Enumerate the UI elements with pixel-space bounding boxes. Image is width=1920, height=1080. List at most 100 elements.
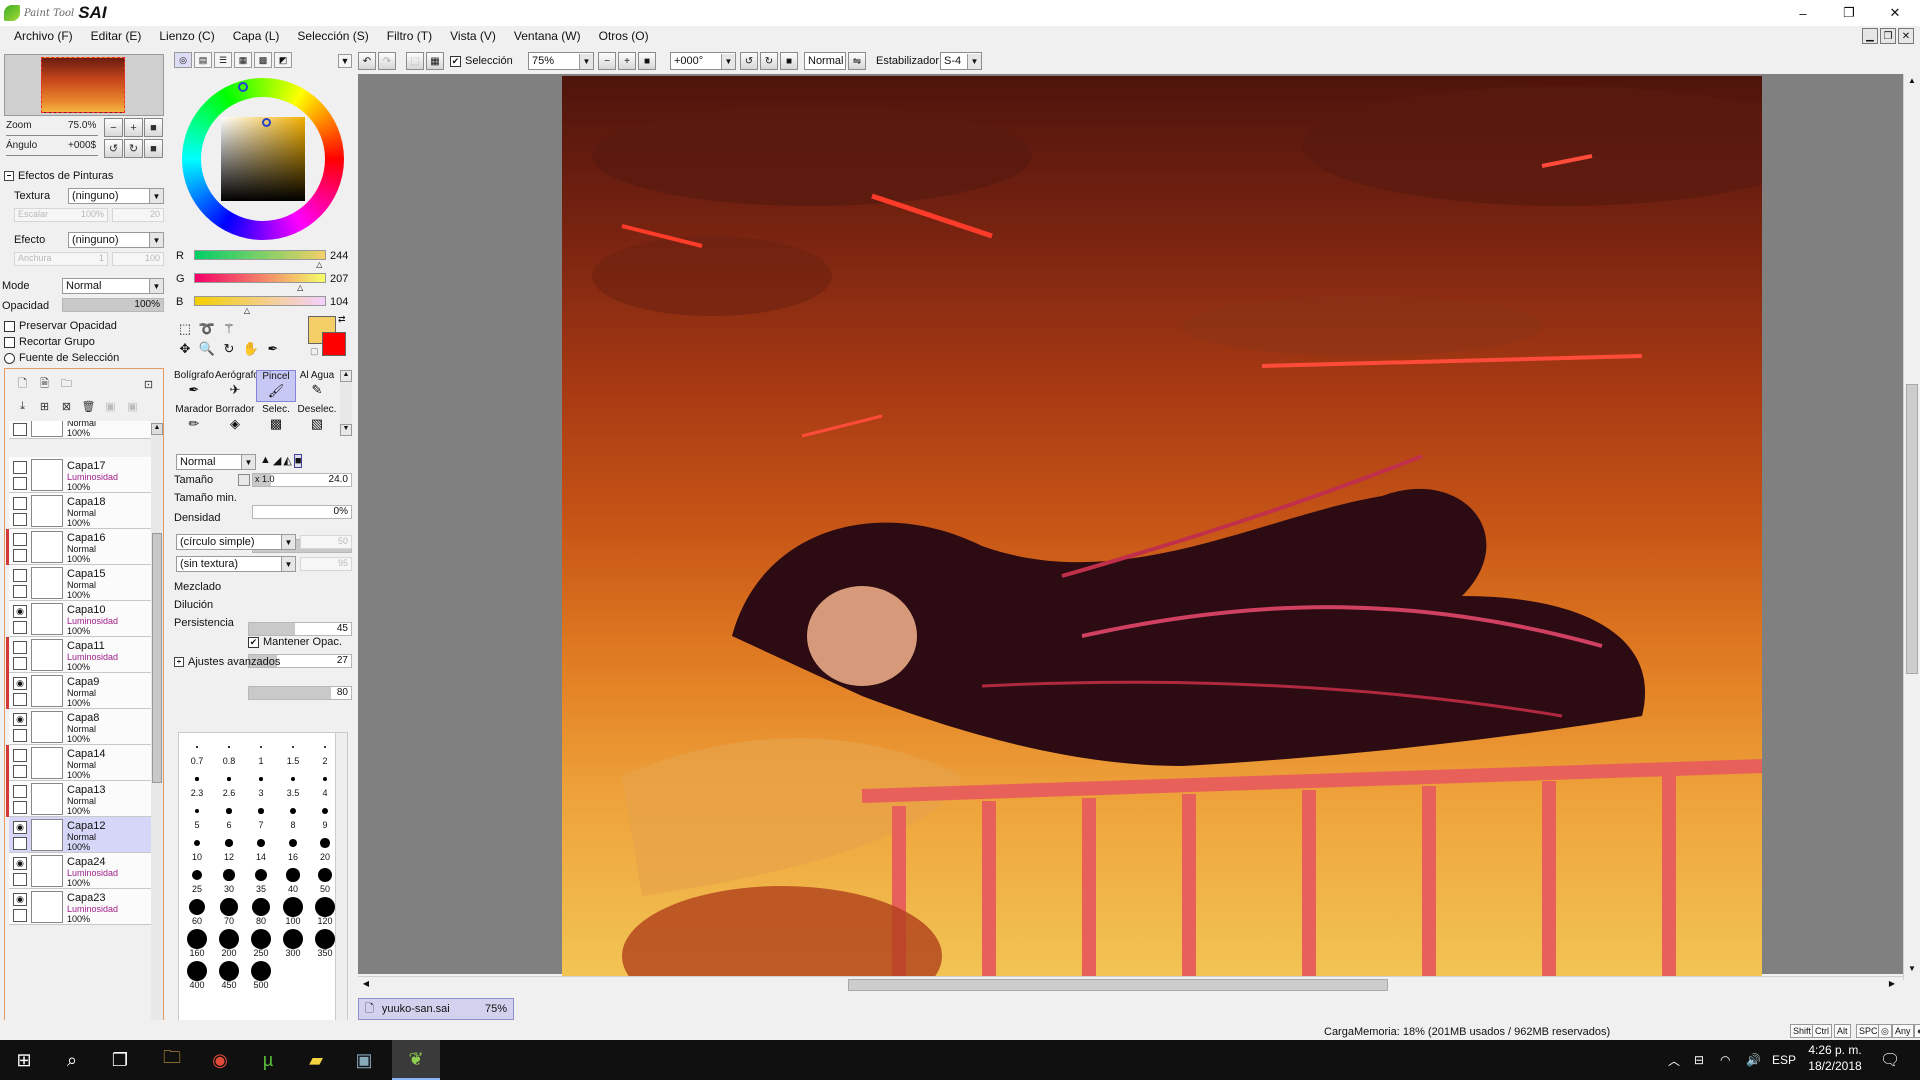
layer-mode-select[interactable]: Normal ▼ xyxy=(62,278,164,294)
color-wheel-tab[interactable]: ◎ xyxy=(174,52,192,68)
color-wheel[interactable] xyxy=(182,78,344,240)
edge-soft-icon[interactable]: ◭ xyxy=(283,454,291,468)
checkbox-checked-icon[interactable]: ✔ xyxy=(450,55,461,67)
layer-row[interactable]: Capa15 Normal 100% xyxy=(9,565,151,601)
layer-row[interactable]: Capa14 Normal 100% xyxy=(6,745,151,781)
canvas-zoom-reset-button[interactable]: ■ xyxy=(638,52,656,70)
merge-down-icon[interactable]: ⊞ xyxy=(35,397,54,416)
edge-hard-icon[interactable]: ▲ xyxy=(260,454,271,468)
rotate-reset-button[interactable]: ■ xyxy=(144,139,163,158)
r-value[interactable]: 244 xyxy=(330,250,348,262)
invert-selection-button[interactable]: ▦ xyxy=(426,52,444,70)
layer-row[interactable]: ◉ Capa9 Normal 100% xyxy=(6,673,151,709)
brush-size-preset[interactable]: 14 xyxy=(245,831,277,863)
lock-toggle-icon[interactable] xyxy=(13,477,27,490)
brush-size-preset[interactable]: 40 xyxy=(277,863,309,895)
scroll-down-icon[interactable]: ▼ xyxy=(1906,964,1918,976)
lasso-icon[interactable]: ➰ xyxy=(198,320,216,338)
brush-size-preset[interactable]: 5 xyxy=(181,799,213,831)
brush-size-preset[interactable]: 30 xyxy=(213,863,245,895)
canvas-rotate-reset-button[interactable]: ■ xyxy=(780,52,798,70)
brush-size-preset[interactable]: 200 xyxy=(213,927,245,959)
brush-size-preset[interactable]: 400 xyxy=(181,959,213,991)
deselect-button[interactable]: ⬚ xyxy=(406,52,424,70)
brush-size-preset[interactable]: 60 xyxy=(181,895,213,927)
brush-size-preset[interactable]: 250 xyxy=(245,927,277,959)
selection-visible-checkbox[interactable]: ✔ Selección xyxy=(450,55,513,67)
layer-settings-icon[interactable]: ⊡ xyxy=(139,375,158,394)
clear-layer-icon[interactable]: ⊠ xyxy=(57,397,76,416)
brush-size-preset[interactable]: 3 xyxy=(245,767,277,799)
notifications-icon[interactable]: 🗨 xyxy=(1880,1040,1900,1080)
scroll-up-icon[interactable]: ▲ xyxy=(151,423,163,435)
scroll-down-icon[interactable]: ▼ xyxy=(340,424,352,436)
brush-texture-select[interactable]: (sin textura) ▼ xyxy=(176,556,296,572)
zoom-tool-icon[interactable]: 🔍 xyxy=(198,340,216,358)
brush-scrollbar[interactable]: ▲ ▼ xyxy=(340,370,352,436)
swap-colors-icon[interactable]: ⇄ xyxy=(338,314,346,325)
zoom-reset-button[interactable]: ■ xyxy=(144,118,163,137)
eyedropper-icon[interactable]: ✒ xyxy=(264,340,282,358)
brush-size-preset[interactable]: 35 xyxy=(245,863,277,895)
close-button[interactable]: ✕ xyxy=(1872,0,1918,26)
brush-tool-2[interactable]: Pincel 🖌 xyxy=(256,370,296,402)
lock-toggle-icon[interactable] xyxy=(13,423,27,436)
menu-archivo[interactable]: Archivo (F) xyxy=(6,29,83,43)
undo-button[interactable]: ↶ xyxy=(358,52,376,70)
secondary-color-swatch[interactable] xyxy=(322,332,346,356)
blending-slider[interactable]: 45 xyxy=(248,622,352,636)
layer-row[interactable]: Capa18 Normal 100% xyxy=(9,493,151,529)
vertical-scroll-thumb[interactable] xyxy=(1906,384,1918,674)
navigator-preview[interactable] xyxy=(4,54,164,116)
brush-tool-5[interactable]: Borrador ◈ xyxy=(215,404,255,436)
hsv-sliders-tab[interactable]: ☰ xyxy=(214,52,232,68)
menu-ventana[interactable]: Ventana (W) xyxy=(506,29,591,43)
artwork-canvas[interactable] xyxy=(562,76,1762,976)
new-mask-layer-icon[interactable]: 🗎 xyxy=(35,375,54,394)
layer-scroll-thumb[interactable] xyxy=(152,533,162,783)
canvas-rotate-left-button[interactable]: ↺ xyxy=(740,52,758,70)
clipping-group-checkbox[interactable]: Recortar Grupo xyxy=(4,336,95,348)
brush-size-preset[interactable]: 0.7 xyxy=(181,735,213,767)
brush-tool-7[interactable]: Deselec. ▧ xyxy=(297,404,337,436)
eye-icon[interactable]: ◉ xyxy=(13,713,27,726)
wifi-icon[interactable]: ◠ xyxy=(1720,1040,1730,1080)
lock-toggle-icon[interactable] xyxy=(13,801,27,814)
size-slider[interactable]: x 1.0 24.0 xyxy=(252,473,352,487)
layer-row[interactable]: ◉ Capa8 Normal 100% xyxy=(9,709,151,745)
menu-capa[interactable]: Capa (L) xyxy=(225,29,290,43)
scroll-right-icon[interactable]: ▶ xyxy=(1886,979,1898,991)
edge-medium-icon[interactable]: ◢ xyxy=(273,454,281,468)
network-icon[interactable]: ⊟ xyxy=(1694,1040,1704,1080)
mdi-minimize-button[interactable]: ▁ xyxy=(1862,28,1878,44)
restore-button[interactable]: ❐ xyxy=(1826,0,1872,26)
navigator-thumbnail[interactable] xyxy=(41,57,125,113)
b-slider-knob[interactable]: △ xyxy=(244,306,250,315)
min-size-slider[interactable]: 0% xyxy=(252,505,352,519)
checkbox-checked-icon[interactable]: ✔ xyxy=(248,636,259,648)
brush-blend-select[interactable]: Normal ▼ xyxy=(176,454,256,470)
brush-size-preset[interactable]: 12 xyxy=(213,831,245,863)
brush-size-preset[interactable]: 500 xyxy=(245,959,277,991)
eye-hidden-icon[interactable] xyxy=(13,749,27,762)
volume-icon[interactable]: 🔊 xyxy=(1746,1040,1761,1080)
panel-menu-icon[interactable]: ▼ xyxy=(338,54,352,68)
menu-filtro[interactable]: Filtro (T) xyxy=(379,29,442,43)
zoom-in-button[interactable]: + xyxy=(124,118,143,137)
paint-tool-sai-taskbar-icon[interactable]: ❦ xyxy=(392,1040,440,1080)
canvas-horizontal-scrollbar[interactable]: ◀ ▶ xyxy=(358,976,1903,992)
mdi-close-button[interactable]: ✕ xyxy=(1898,28,1914,44)
view-blend-field[interactable]: Normal xyxy=(804,52,846,70)
hand-icon[interactable]: ✋ xyxy=(242,340,260,358)
canvas-area[interactable] xyxy=(358,74,1903,976)
r-slider-knob[interactable]: △ xyxy=(316,260,322,269)
persistence-slider[interactable]: 80 xyxy=(248,686,352,700)
b-slider[interactable] xyxy=(194,296,326,306)
stabilizer-select[interactable]: S-4 ▼ xyxy=(940,52,982,70)
file-explorer-icon[interactable]: 🗀 xyxy=(148,1040,196,1080)
eye-hidden-icon[interactable] xyxy=(13,641,27,654)
eye-icon[interactable]: ◉ xyxy=(13,821,27,834)
lock-toggle-icon[interactable] xyxy=(13,657,27,670)
scroll-up-icon[interactable]: ▲ xyxy=(340,370,352,382)
sticky-notes-icon[interactable]: ▰ xyxy=(292,1040,340,1080)
